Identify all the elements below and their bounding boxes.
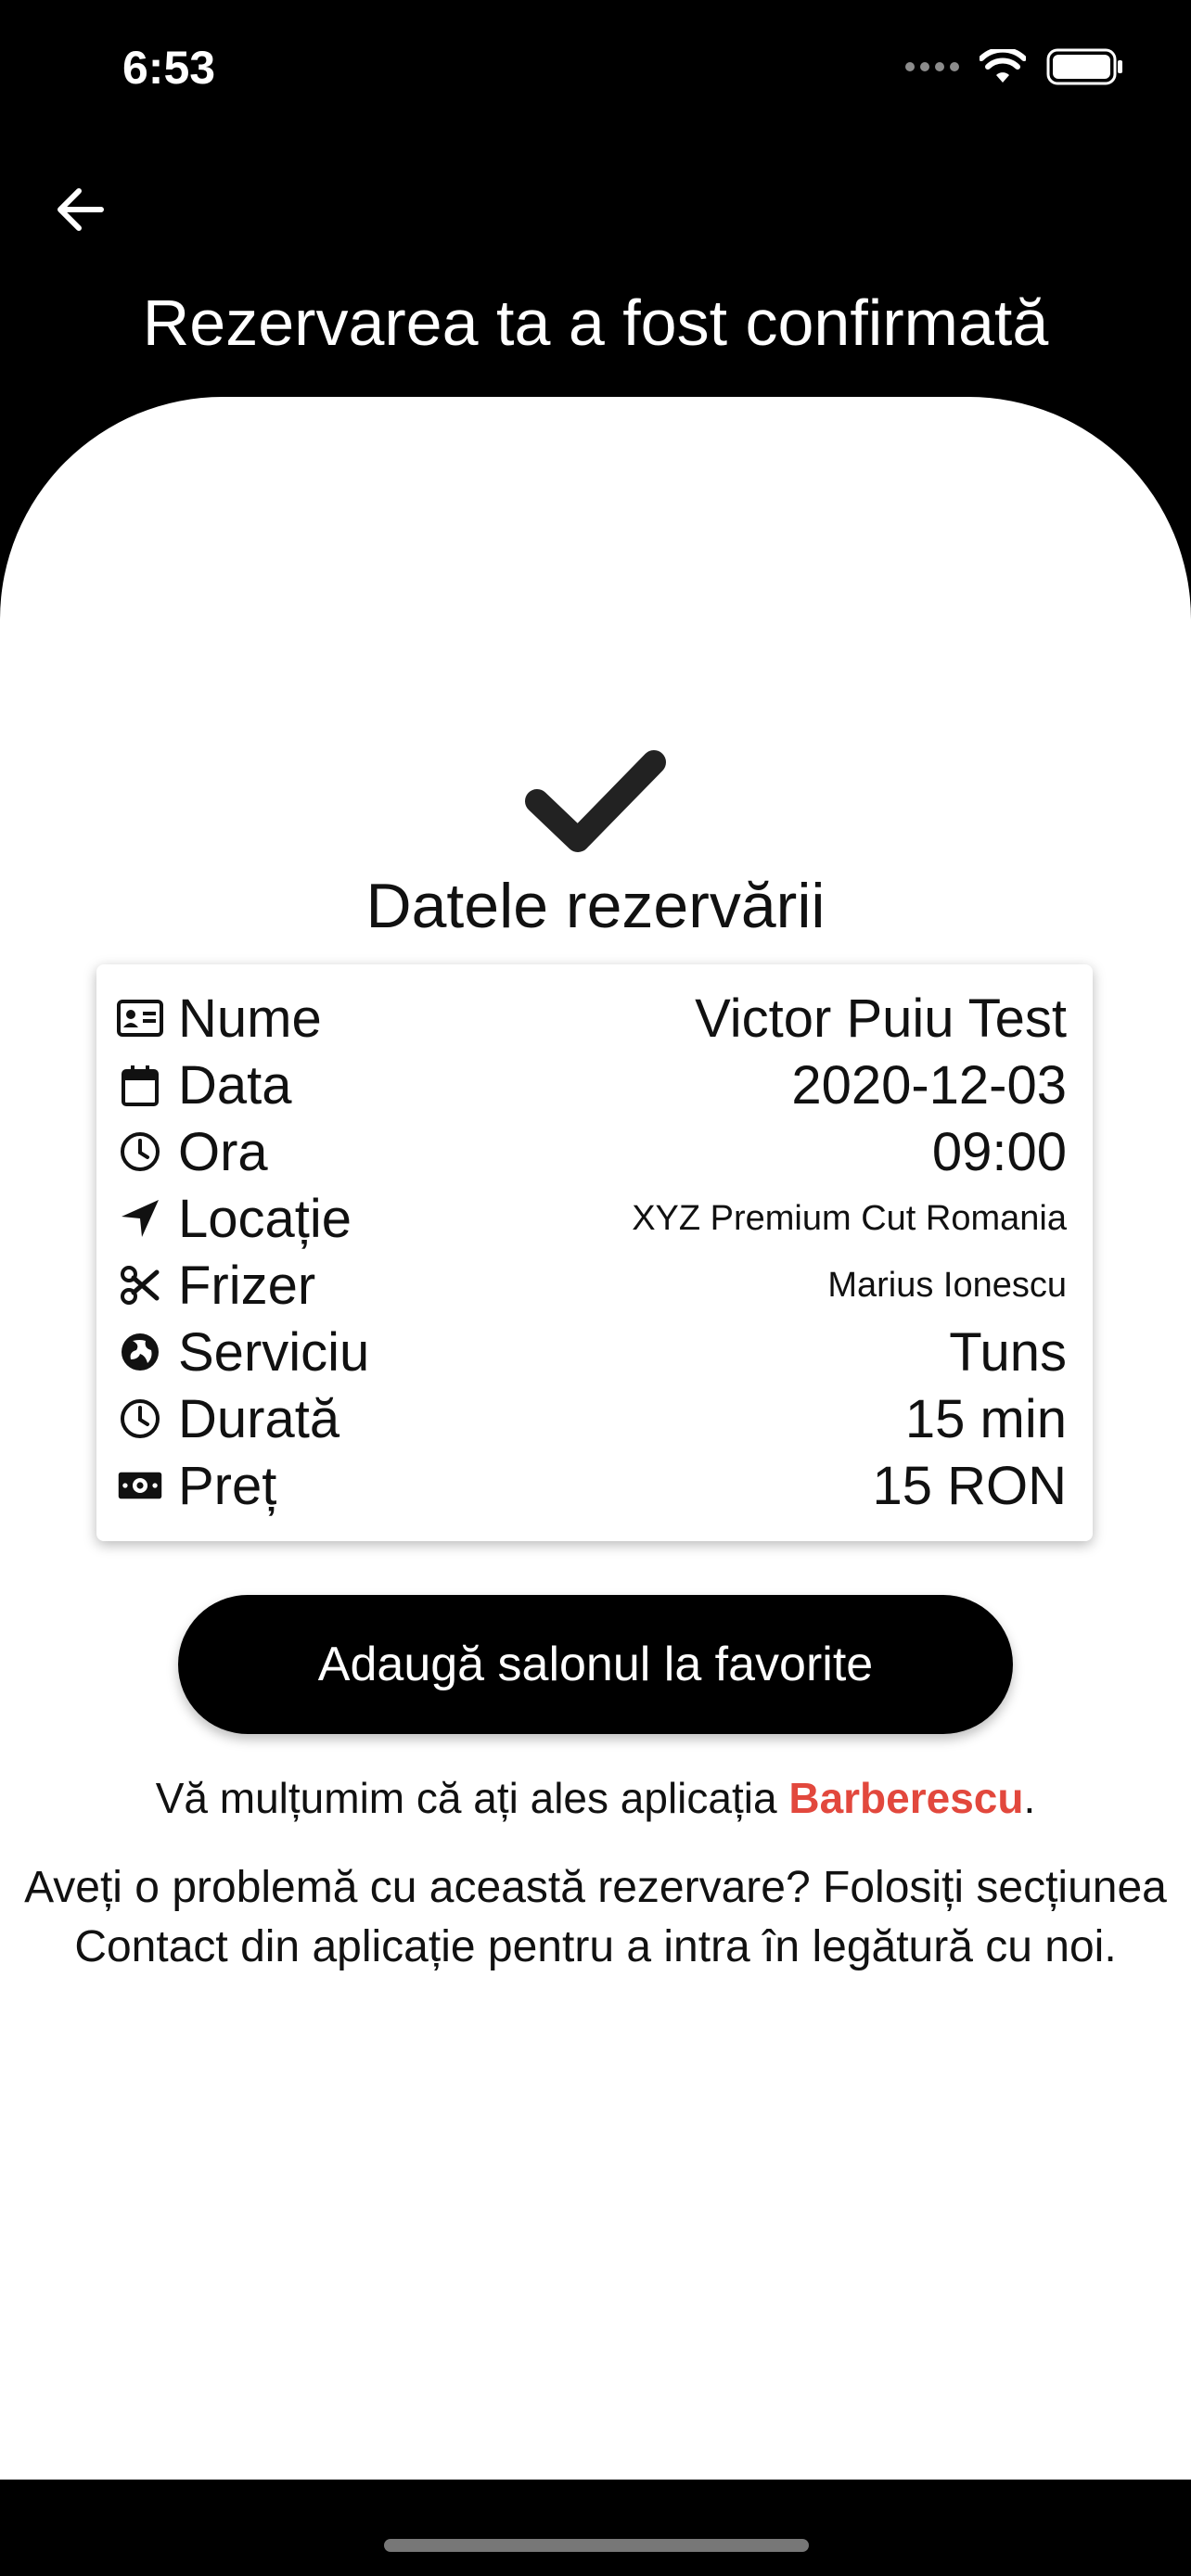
status-time: 6:53 bbox=[122, 42, 216, 94]
booking-details: Nume Victor Puiu Test Data 2020-12-03 Or… bbox=[96, 964, 1093, 1541]
detail-value: 15 min bbox=[904, 1388, 1067, 1449]
detail-value: 2020-12-03 bbox=[791, 1054, 1067, 1116]
calendar-icon bbox=[117, 1062, 163, 1108]
money-bill-icon bbox=[117, 1462, 163, 1509]
back-button[interactable] bbox=[50, 182, 109, 237]
detail-row-location: Locație XYZ Premium Cut Romania bbox=[117, 1185, 1067, 1252]
globe-icon bbox=[117, 1329, 163, 1375]
detail-value: Tuns bbox=[949, 1321, 1067, 1383]
detail-value: Victor Puiu Test bbox=[695, 988, 1067, 1049]
cellular-signal-icon bbox=[905, 62, 959, 71]
checkmark-icon bbox=[525, 750, 666, 852]
detail-row-duration: Durată 15 min bbox=[117, 1385, 1067, 1452]
detail-value: XYZ Premium Cut Romania bbox=[632, 1198, 1067, 1238]
detail-value: Marius Ionescu bbox=[827, 1265, 1067, 1305]
clock-icon bbox=[117, 1396, 163, 1442]
clock-icon bbox=[117, 1129, 163, 1175]
arrow-left-icon bbox=[58, 188, 104, 231]
thanks-prefix: Vă mulțumim că ați ales aplicația bbox=[155, 1774, 789, 1822]
battery-icon bbox=[1046, 48, 1122, 85]
location-arrow-icon bbox=[117, 1195, 163, 1242]
detail-value: 09:00 bbox=[931, 1121, 1067, 1182]
add-favorite-button[interactable]: Adaugă salonul la favorite bbox=[178, 1595, 1013, 1734]
detail-label: Ora bbox=[178, 1121, 268, 1182]
detail-row-price: Preț 15 RON bbox=[117, 1452, 1067, 1519]
detail-row-time: Ora 09:00 bbox=[117, 1118, 1067, 1185]
wifi-icon bbox=[980, 49, 1026, 83]
detail-label: Nume bbox=[178, 988, 322, 1049]
detail-label: Serviciu bbox=[178, 1321, 370, 1383]
help-text: Aveți o problemă cu această rezervare? F… bbox=[24, 1863, 1167, 1971]
detail-label: Frizer bbox=[178, 1255, 316, 1316]
detail-row-barber: Frizer Marius Ionescu bbox=[117, 1252, 1067, 1319]
detail-label: Durată bbox=[178, 1388, 340, 1449]
status-icons bbox=[905, 48, 1124, 85]
detail-row-service: Serviciu Tuns bbox=[117, 1319, 1067, 1385]
detail-value: 15 RON bbox=[872, 1455, 1067, 1516]
section-title: Datele rezervării bbox=[365, 871, 826, 941]
detail-label: Locație bbox=[178, 1188, 352, 1249]
detail-row-date: Data 2020-12-03 bbox=[117, 1052, 1067, 1118]
brand-name: Barberescu bbox=[788, 1774, 1024, 1822]
page-title: Rezervarea ta a fost confirmată bbox=[142, 287, 1049, 359]
detail-label: Preț bbox=[178, 1455, 277, 1516]
detail-label: Data bbox=[178, 1054, 292, 1116]
thanks-text: Vă mulțumim că ați ales aplicația Barber… bbox=[0, 1773, 1191, 1823]
screen: 6:53 Rezervarea ta a fost confirmată Dat… bbox=[0, 0, 1191, 2576]
detail-row-name: Nume Victor Puiu Test bbox=[117, 985, 1067, 1052]
scissors-icon bbox=[117, 1262, 163, 1308]
home-indicator[interactable] bbox=[384, 2539, 809, 2552]
id-card-icon bbox=[117, 995, 163, 1041]
thanks-suffix: . bbox=[1023, 1774, 1036, 1822]
